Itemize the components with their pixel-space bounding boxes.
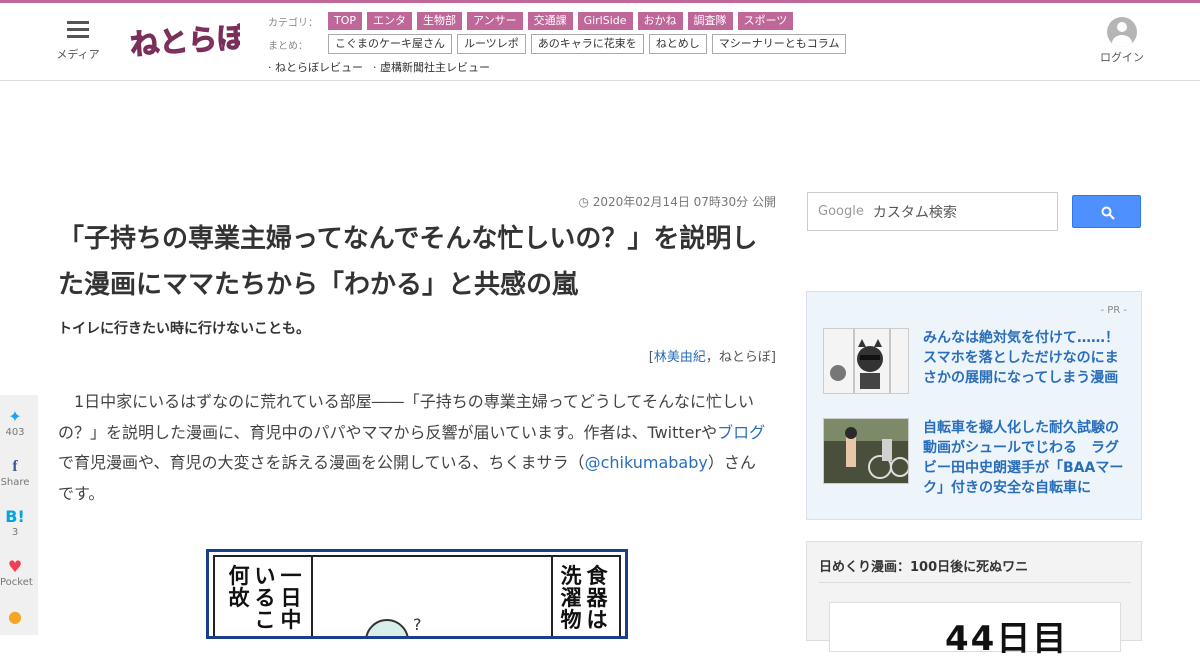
site-header: メディア ねとらぼ カテゴリ： TOP エンタ 生物部 アンサー 交通課 Gir… <box>0 3 1200 81</box>
matome-heading: まとめ： <box>268 40 308 52</box>
google-logo: Google <box>818 204 864 219</box>
category-tag-koutsuu[interactable]: 交通課 <box>527 12 573 30</box>
manga-text: 洗濯物 <box>560 564 582 632</box>
byline: [林美由紀，ねとらぼ] <box>560 346 776 365</box>
twitter-icon: ✦ <box>8 407 22 426</box>
pocket-icon: ♥ <box>7 557 23 576</box>
facebook-icon: f <box>12 458 18 475</box>
login-label: ログイン <box>1100 51 1144 64</box>
manga-image[interactable]: 何故 いるこ 一日中 ? 洗濯物 食器は <box>206 549 628 639</box>
category-tag-okane[interactable]: おかね <box>637 12 683 30</box>
body-text: 1日中家にいるはずなのに荒れている部屋――「子持ちの専業主婦ってどうしてそんなに… <box>58 392 754 442</box>
manga-text: 一日中 <box>280 564 302 632</box>
login-button[interactable]: ログイン <box>1098 17 1146 65</box>
matome-tag[interactable]: ねとめし <box>648 34 707 54</box>
publish-date: ◷ 2020年02月14日 07時30分 公開 <box>560 193 776 210</box>
category-tag-top[interactable]: TOP <box>328 12 363 30</box>
facebook-count: Share <box>0 477 30 488</box>
pr-thumbnail <box>823 418 909 484</box>
byline-close: ] <box>770 350 776 365</box>
article-title: 「子持ちの専業主婦ってなんでそんな忙しいの？」を説明した漫画にママたちから「わか… <box>58 224 758 300</box>
category-nav: カテゴリ： TOP エンタ 生物部 アンサー 交通課 GirlSide おかね … <box>268 11 868 80</box>
hatena-count: 3 <box>11 527 19 538</box>
facebook-share-button[interactable]: f Share <box>0 457 30 489</box>
user-avatar-icon <box>1107 17 1137 47</box>
pr-item-title: 自転車を擬人化した耐久試験の動画がシュールでじわる ラグビー田中史朗選手が「BA… <box>923 420 1124 496</box>
review-link[interactable]: · ねとらぼレビュー <box>268 59 363 75</box>
twitter-share-button[interactable]: ✦ 403 <box>0 407 30 439</box>
category-heading: カテゴリ： <box>268 17 318 29</box>
hatena-share-button[interactable]: B! 3 <box>0 507 30 539</box>
pr-thumbnail <box>823 328 909 394</box>
blog-link[interactable]: ブログ <box>717 423 765 442</box>
review-links: · ねとらぼレビュー · 虚構新聞社主レビュー <box>268 57 868 77</box>
search-placeholder: カスタム検索 <box>872 204 957 221</box>
category-tag-enta[interactable]: エンタ <box>367 12 413 30</box>
wani-card[interactable]: 44日目 <box>829 602 1121 659</box>
outlet-name: ねとらぼ <box>718 350 771 365</box>
pr-item-title: みんなは絶対気を付けて……！ スマホを落としただけなのにまさかの展開になってしま… <box>923 330 1133 386</box>
search-button[interactable] <box>1072 195 1141 228</box>
line-icon: ● <box>8 607 22 626</box>
category-tag-answer[interactable]: アンサー <box>467 12 523 30</box>
matome-tag[interactable]: こぐまのケーキ屋さん <box>328 34 452 54</box>
media-menu-button[interactable]: メディア <box>55 21 101 62</box>
byline-separator: ， <box>705 350 719 365</box>
matome-tag[interactable]: マシーナリーともコラム <box>711 34 847 54</box>
category-tag-chousatai[interactable]: 調査隊 <box>687 12 733 30</box>
category-tag-sports[interactable]: スポーツ <box>737 12 794 30</box>
manga-panel-left: 何故 いるこ 一日中 <box>215 557 313 636</box>
search-box[interactable]: Google カスタム検索 <box>807 192 1058 231</box>
author-link[interactable]: 林美由紀 <box>654 350 706 365</box>
pocket-share-button[interactable]: ♥ Pocket <box>0 557 33 589</box>
body-text: で育児漫画や、育児の大変さを訴える漫画を公開している、ちくまサラ（ <box>58 453 585 472</box>
svg-text:ねとらぼ: ねとらぼ <box>129 20 240 62</box>
twitter-account-link[interactable]: @chikumababy <box>585 453 708 472</box>
twitter-count: 403 <box>5 427 25 438</box>
manga-panel-right: 洗濯物 食器は <box>551 557 619 636</box>
pr-box: - PR - みんなは絶対気を付けて……！ スマホを落としただけなのにまさかの展… <box>806 291 1142 520</box>
category-tag-seibutsu[interactable]: 生物部 <box>417 12 463 30</box>
line-share-button[interactable]: ● <box>0 607 30 627</box>
manga-text: いるこ <box>254 564 276 632</box>
matome-row: まとめ： こぐまのケーキ屋さん ルーツレポ あのキャラに花束を ねとめし マシー… <box>268 34 868 54</box>
hatena-icon: B! <box>5 507 25 526</box>
manga-question-mark: ? <box>413 615 422 634</box>
manga-panels: 何故 いるこ 一日中 ? 洗濯物 食器は <box>213 555 621 636</box>
nlab-logo[interactable]: ねとらぼ <box>128 17 240 65</box>
pocket-count: Pocket <box>0 577 33 588</box>
manga-text: 何故 <box>228 564 250 610</box>
article-body: 1日中家にいるはずなのに荒れている部屋――「子持ちの専業主婦ってどうしてそんなに… <box>58 387 770 509</box>
publish-date-text: 2020年02月14日 07時30分 公開 <box>592 195 776 209</box>
matome-tag[interactable]: あのキャラに花束を <box>530 34 644 54</box>
category-tag-girlside[interactable]: GirlSide <box>577 12 633 30</box>
search-icon <box>1101 206 1115 220</box>
hamburger-icon <box>67 21 89 39</box>
share-bar: ✦ 403 f Share B! 3 ♥ Pocket ● <box>0 395 38 635</box>
category-row: カテゴリ： TOP エンタ 生物部 アンサー 交通課 GirlSide おかね … <box>268 11 868 31</box>
clock-icon: ◷ <box>578 195 589 209</box>
divider <box>819 582 1131 583</box>
matome-tag[interactable]: ルーツレポ <box>457 34 526 54</box>
pr-label: - PR - <box>1100 305 1127 316</box>
wani-widget: 日めくり漫画：100日後に死ぬワニ 44日目 <box>806 541 1142 659</box>
wani-title: 日めくり漫画：100日後に死ぬワニ <box>819 560 1029 575</box>
review-link[interactable]: · 虚構新聞社主レビュー <box>373 59 490 75</box>
wani-day-number: 44日目 <box>945 619 1069 659</box>
manga-text: 食器は <box>586 564 608 632</box>
media-menu-label: メディア <box>56 48 100 61</box>
article-subtitle: トイレに行きたい時に行けないことも。 <box>58 321 310 337</box>
manga-character <box>365 619 409 636</box>
